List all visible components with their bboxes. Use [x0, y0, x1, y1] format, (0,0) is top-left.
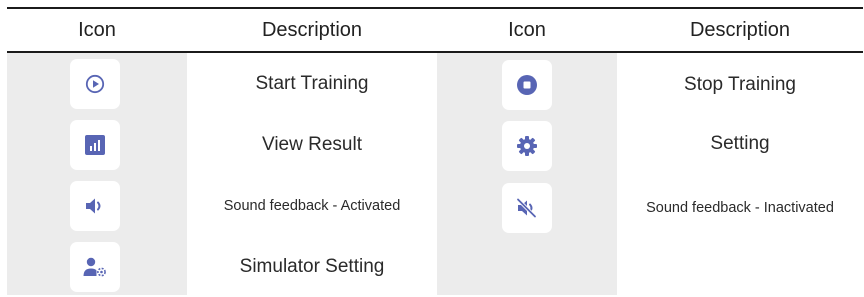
row-label-setting: Setting [710, 133, 770, 154]
bar-chart-icon [70, 120, 120, 170]
header-description-2: Description [689, 18, 791, 41]
row-label-stop-training: Stop Training [684, 74, 796, 95]
header-description-1: Description [261, 18, 363, 41]
stop-circle-icon [502, 60, 552, 110]
user-settings-icon [70, 242, 120, 292]
row-label-view-result: View Result [262, 134, 362, 155]
header-icon-1: Icon [78, 18, 116, 41]
row-label-start-training: Start Training [255, 73, 369, 94]
volume-mute-icon [502, 183, 552, 233]
header-icon-2: Icon [508, 18, 546, 41]
gear-icon [502, 121, 552, 171]
row-label-sound-inactivated: Sound feedback - Inactivated [646, 200, 834, 216]
volume-up-icon [70, 181, 120, 231]
row-label-simulator-setting: Simulator Setting [239, 256, 385, 277]
play-circle-icon [70, 59, 120, 109]
icon-legend-table: Icon Description Icon Description Start … [7, 7, 863, 295]
row-label-sound-activated: Sound feedback - Activated [223, 198, 401, 214]
